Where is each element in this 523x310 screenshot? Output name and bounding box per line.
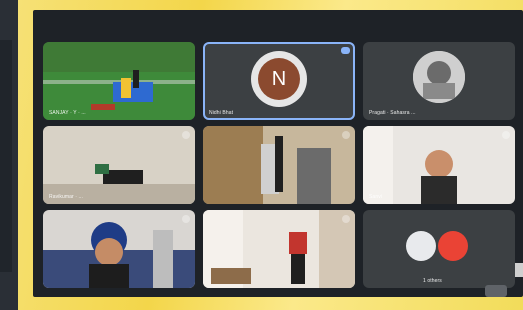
participant-tile-5[interactable] bbox=[203, 126, 355, 204]
participant-name: Pragati · Sahasra ... bbox=[369, 110, 416, 116]
others-avatars bbox=[404, 229, 474, 263]
participant-tile-3[interactable]: Pragati · Sahasra ... bbox=[363, 42, 515, 120]
boy-video bbox=[43, 210, 195, 288]
participant-tile-6[interactable]: Sanvi bbox=[363, 126, 515, 204]
pin-icon[interactable] bbox=[341, 47, 350, 54]
participant-name: Nidhi Bhat bbox=[209, 110, 234, 116]
room-video bbox=[203, 126, 355, 204]
avatar-photo-image bbox=[413, 51, 465, 103]
avatar bbox=[413, 51, 465, 103]
home-video bbox=[203, 210, 355, 288]
other-avatar bbox=[438, 231, 468, 261]
participant-tile-1[interactable]: SANJAY · Y · ... bbox=[43, 42, 195, 120]
options-chip[interactable] bbox=[485, 285, 507, 297]
participant-tile-8[interactable] bbox=[203, 210, 355, 288]
participant-name: SANJAY · Y · ... bbox=[49, 110, 86, 116]
video-grid: SANJAY · Y · ... N Nidhi Bhat Pragati · … bbox=[33, 10, 523, 297]
participant-name: Sanvi bbox=[369, 194, 383, 200]
room-video bbox=[43, 126, 195, 204]
more-icon[interactable] bbox=[502, 131, 510, 139]
field-video bbox=[43, 42, 195, 120]
participant-name: Ravikumar · ... bbox=[49, 194, 84, 200]
left-device-screen bbox=[0, 40, 12, 272]
girl-video bbox=[363, 126, 515, 204]
avatar: N bbox=[251, 51, 307, 107]
participant-tile-2[interactable]: N Nidhi Bhat bbox=[203, 42, 355, 120]
more-icon[interactable] bbox=[342, 215, 350, 223]
more-icon[interactable] bbox=[182, 131, 190, 139]
other-avatar bbox=[406, 231, 436, 261]
more-icon[interactable] bbox=[342, 131, 350, 139]
participant-tile-4[interactable]: Ravikumar · ... bbox=[43, 126, 195, 204]
avatar-initial: N bbox=[258, 58, 300, 100]
more-icon[interactable] bbox=[182, 215, 190, 223]
participant-tile-9[interactable]: 1 others bbox=[363, 210, 515, 288]
scroll-edge bbox=[515, 263, 523, 277]
left-device-edge bbox=[0, 0, 18, 310]
others-count: 1 others bbox=[423, 278, 442, 284]
participant-tile-7[interactable] bbox=[43, 210, 195, 288]
